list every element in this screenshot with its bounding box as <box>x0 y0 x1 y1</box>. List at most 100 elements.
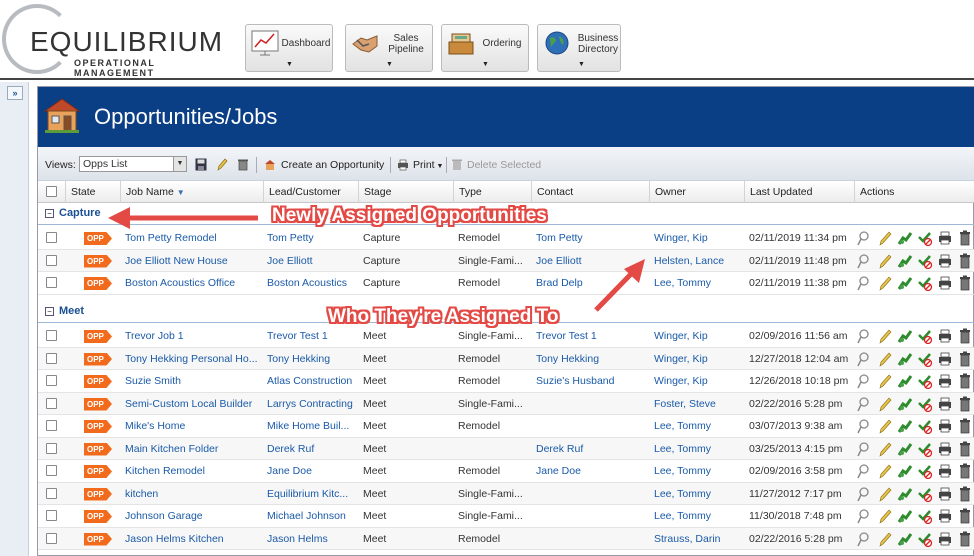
column-header-lead-customer[interactable]: Lead/Customer <box>263 181 358 203</box>
delete-icon[interactable] <box>957 253 973 269</box>
owner-link[interactable]: Winger, Kip <box>654 330 744 342</box>
collapse-group-icon[interactable]: − <box>45 307 54 316</box>
owner-link[interactable]: Lee, Tommy <box>654 420 744 432</box>
print-icon[interactable] <box>937 230 953 246</box>
delete-icon[interactable] <box>957 396 973 412</box>
delete-icon[interactable] <box>957 351 973 367</box>
delete-icon[interactable] <box>957 275 973 291</box>
view-icon[interactable] <box>857 275 873 291</box>
job-name-link[interactable]: Joe Elliott New House <box>125 255 261 267</box>
row-checkbox[interactable] <box>46 232 57 243</box>
owner-link[interactable]: Lee, Tommy <box>654 277 744 289</box>
column-header-last-updated[interactable]: Last Updated <box>744 181 854 203</box>
row-checkbox[interactable] <box>46 330 57 341</box>
contact-link[interactable]: Tony Hekking <box>536 353 646 365</box>
lead-customer-link[interactable]: Derek Ruf <box>267 443 357 455</box>
contact-link[interactable]: Brad Delp <box>536 277 646 289</box>
view-icon[interactable] <box>857 396 873 412</box>
delete-icon[interactable] <box>957 486 973 502</box>
column-header-type[interactable]: Type <box>453 181 531 203</box>
lead-customer-link[interactable]: Equilibrium Kitc... <box>267 488 357 500</box>
edit-icon[interactable] <box>877 531 893 547</box>
table-row[interactable]: OPP Semi-Custom Local Builder Larrys Contr… <box>38 392 974 415</box>
nav-business-directory-button[interactable]: Business Directory ▼ <box>537 24 621 72</box>
delete-icon[interactable] <box>957 373 973 389</box>
convert-icon[interactable] <box>897 328 913 344</box>
lead-customer-link[interactable]: Tony Hekking <box>267 353 357 365</box>
convert-icon[interactable] <box>897 373 913 389</box>
edit-icon[interactable] <box>877 373 893 389</box>
mark-lost-icon[interactable] <box>917 253 933 269</box>
mark-lost-icon[interactable] <box>917 531 933 547</box>
delete-selected-button[interactable]: Delete Selected <box>467 159 541 171</box>
lead-customer-link[interactable]: Larrys Contracting <box>267 398 357 410</box>
job-name-link[interactable]: Main Kitchen Folder <box>125 443 261 455</box>
view-icon[interactable] <box>857 328 873 344</box>
edit-view-icon[interactable] <box>216 158 228 171</box>
create-opportunity-button[interactable]: Create an Opportunity <box>281 159 384 171</box>
convert-icon[interactable] <box>897 230 913 246</box>
collapse-group-icon[interactable]: − <box>45 209 54 218</box>
table-row[interactable]: OPP Tony Hekking Personal Ho... Tony Hekki… <box>38 347 974 370</box>
convert-icon[interactable] <box>897 486 913 502</box>
table-row[interactable]: OPP kitchen Equilibrium Kitc... Meet Single-… <box>38 482 974 505</box>
job-name-link[interactable]: Jason Helms Kitchen <box>125 533 261 545</box>
edit-icon[interactable] <box>877 418 893 434</box>
lead-customer-link[interactable]: Tom Petty <box>267 232 357 244</box>
delete-icon[interactable] <box>957 463 973 479</box>
job-name-link[interactable]: Semi-Custom Local Builder <box>125 398 261 410</box>
contact-link[interactable]: Jane Doe <box>536 465 646 477</box>
convert-icon[interactable] <box>897 418 913 434</box>
edit-icon[interactable] <box>877 275 893 291</box>
print-icon[interactable] <box>937 351 953 367</box>
row-checkbox[interactable] <box>46 532 57 544</box>
lead-customer-link[interactable]: Trevor Test 1 <box>267 330 357 342</box>
delete-icon[interactable] <box>957 508 973 524</box>
column-header-owner[interactable]: Owner <box>649 181 744 203</box>
contact-link[interactable]: Suzie's Husband <box>536 375 646 387</box>
edit-icon[interactable] <box>877 230 893 246</box>
convert-icon[interactable] <box>897 396 913 412</box>
row-checkbox[interactable] <box>46 487 57 499</box>
mark-lost-icon[interactable] <box>917 463 933 479</box>
row-checkbox[interactable] <box>46 352 57 364</box>
delete-icon[interactable] <box>957 418 973 434</box>
column-header-stage[interactable]: Stage <box>358 181 453 203</box>
mark-lost-icon[interactable] <box>917 351 933 367</box>
owner-link[interactable]: Strauss, Darin <box>654 533 744 545</box>
mark-lost-icon[interactable] <box>917 418 933 434</box>
convert-icon[interactable] <box>897 531 913 547</box>
lead-customer-link[interactable]: Joe Elliott <box>267 255 357 267</box>
view-icon[interactable] <box>857 418 873 434</box>
table-row[interactable]: OPP Johnson Garage Michael Johnson Meet Sing… <box>38 505 974 528</box>
nav-sales-pipeline-button[interactable]: Sales Pipeline ▼ <box>345 24 433 72</box>
mark-lost-icon[interactable] <box>917 373 933 389</box>
view-icon[interactable] <box>857 463 873 479</box>
mark-lost-icon[interactable] <box>917 328 933 344</box>
view-icon[interactable] <box>857 351 873 367</box>
column-header-job-name[interactable]: Job Name ▼ <box>120 181 263 203</box>
contact-link[interactable]: Trevor Test 1 <box>536 330 646 342</box>
job-name-link[interactable]: Johnson Garage <box>125 510 261 522</box>
table-row[interactable]: OPP Joe Elliott New House Joe Elliott Captu… <box>38 249 974 272</box>
job-name-link[interactable]: kitchen <box>125 488 261 500</box>
print-icon[interactable] <box>937 396 953 412</box>
print-icon[interactable] <box>937 508 953 524</box>
mark-lost-icon[interactable] <box>917 275 933 291</box>
print-icon[interactable] <box>937 253 953 269</box>
delete-view-icon[interactable] <box>237 158 249 171</box>
owner-link[interactable]: Foster, Steve <box>654 398 744 410</box>
edit-icon[interactable] <box>877 508 893 524</box>
table-row[interactable]: OPP Jason Helms Kitchen Jason Helms Meet Rem… <box>38 527 974 550</box>
view-icon[interactable] <box>857 486 873 502</box>
view-icon[interactable] <box>857 230 873 246</box>
convert-icon[interactable] <box>897 508 913 524</box>
view-icon[interactable] <box>857 508 873 524</box>
print-icon[interactable] <box>937 373 953 389</box>
table-row[interactable]: OPP Trevor Job 1 Trevor Test 1 Meet Single-F… <box>38 325 974 348</box>
owner-link[interactable]: Winger, Kip <box>654 375 744 387</box>
table-row[interactable]: OPP Mike's Home Mike Home Buil... Meet Remod… <box>38 415 974 438</box>
view-icon[interactable] <box>857 531 873 547</box>
print-icon[interactable] <box>937 441 953 457</box>
table-row[interactable]: OPP Suzie Smith Atlas Construction Meet Remo… <box>38 370 974 393</box>
